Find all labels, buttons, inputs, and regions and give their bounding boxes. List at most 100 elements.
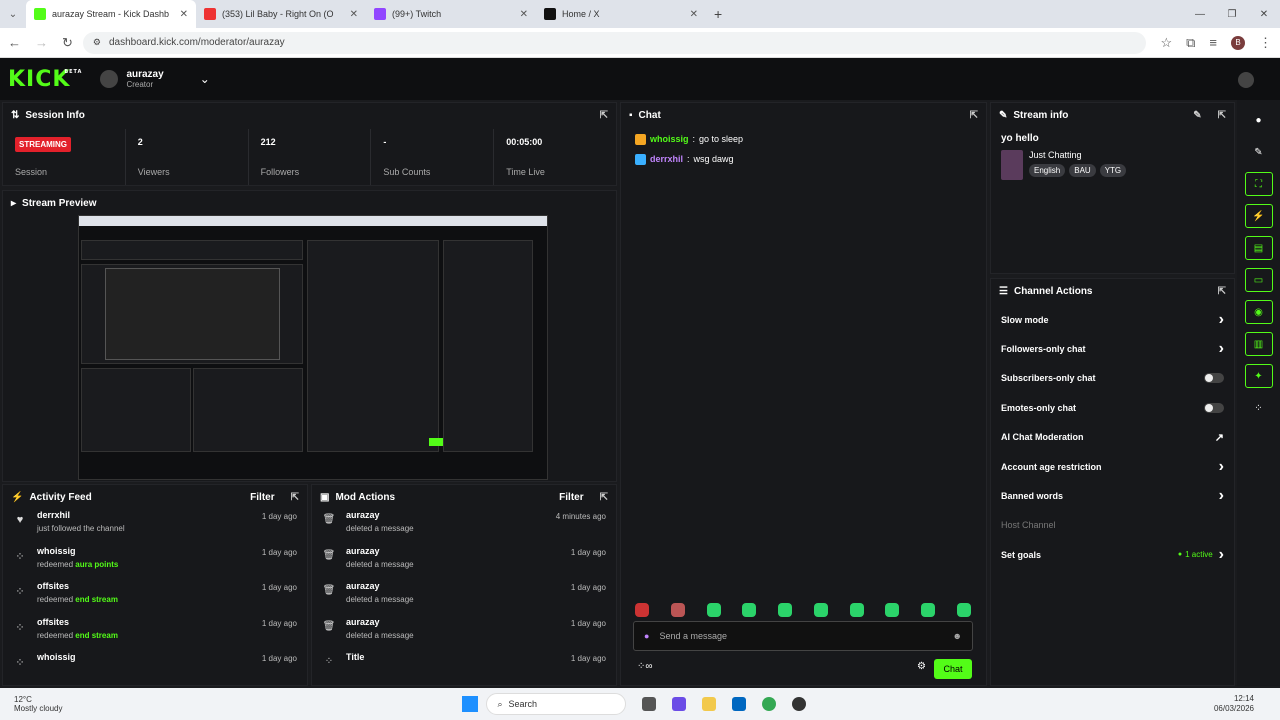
emote-icon[interactable] xyxy=(635,603,649,617)
notes-icon[interactable]: ▤ xyxy=(1244,236,1273,260)
close-tab-icon[interactable]: ✕ xyxy=(690,9,698,20)
emoji-icon[interactable]: ☻ xyxy=(953,631,962,641)
close-tab-icon[interactable]: ✕ xyxy=(180,9,188,20)
activity-user[interactable]: offsites xyxy=(37,580,252,593)
broadcast-icon[interactable]: ◉ xyxy=(1244,300,1273,324)
browser-tab[interactable]: (99+) Twitch ✕ xyxy=(366,0,536,28)
mod-action-user[interactable]: aurazay xyxy=(346,580,561,593)
popout-icon[interactable]: ⇱ xyxy=(600,110,608,121)
bookmark-star-icon[interactable]: ☆ xyxy=(1160,35,1172,51)
stream-preview-video[interactable] xyxy=(78,215,548,480)
channel-action-item[interactable]: Account age restriction › xyxy=(991,452,1234,481)
close-tab-icon[interactable]: ✕ xyxy=(520,9,528,20)
emote-icon[interactable] xyxy=(813,603,828,617)
points-icon[interactable]: ⁘ xyxy=(1245,396,1273,420)
chevron-right-icon[interactable]: › xyxy=(1219,458,1224,476)
kick-logo[interactable]: KICK BETA xyxy=(8,67,81,92)
app-icon[interactable] xyxy=(792,697,807,711)
activity-user[interactable]: derrxhil xyxy=(37,509,252,522)
browser-tab[interactable]: (353) Lil Baby - Right On (O ✕ xyxy=(196,0,366,28)
external-link-icon[interactable]: ↗ xyxy=(1215,431,1224,444)
edit-icon[interactable]: ✎ xyxy=(1193,110,1201,121)
emote-icon[interactable] xyxy=(742,603,757,617)
chevron-right-icon[interactable]: › xyxy=(1219,546,1224,564)
mod-action-user[interactable]: aurazay xyxy=(346,509,546,522)
channel-points-icon[interactable]: ⁘∞ xyxy=(637,661,653,672)
user-avatar[interactable] xyxy=(1238,72,1254,88)
mod-action-user[interactable]: aurazay xyxy=(346,545,561,558)
activity-user[interactable]: offsites xyxy=(37,616,252,629)
info-icon[interactable]: ● xyxy=(1245,108,1273,132)
edit-icon[interactable]: ✎ xyxy=(1245,140,1273,164)
channel-action-item[interactable]: Emotes-only chat xyxy=(991,393,1234,422)
close-window-icon[interactable]: ✕ xyxy=(1248,9,1280,20)
start-icon[interactable] xyxy=(462,696,479,712)
popout-icon[interactable]: ⇱ xyxy=(1218,286,1226,297)
emote-icon[interactable] xyxy=(885,603,900,617)
browser-tab[interactable]: Home / X ✕ xyxy=(536,0,706,28)
profile-avatar[interactable]: B xyxy=(1231,35,1245,50)
url-bar[interactable]: ⚙ dashboard.kick.com/moderator/aurazay xyxy=(82,31,1147,54)
back-icon[interactable]: ← xyxy=(8,35,21,50)
new-tab-button[interactable]: + xyxy=(714,6,722,22)
emote-icon[interactable] xyxy=(778,603,793,617)
popout-icon[interactable]: ⇱ xyxy=(970,110,978,121)
mod-action-user[interactable]: aurazay xyxy=(346,616,561,629)
mod-queue-icon[interactable]: ▥ xyxy=(1244,332,1273,356)
emote-icon[interactable] xyxy=(670,603,685,617)
chevron-down-icon[interactable]: ⌄ xyxy=(200,72,210,86)
channel-action-item[interactable]: Banned words › xyxy=(991,481,1234,510)
mic-icon[interactable]: ● xyxy=(644,631,649,641)
chat-icon[interactable]: ▭ xyxy=(1244,268,1273,292)
chat-settings-icon[interactable]: ⚙ xyxy=(917,661,926,672)
reload-icon[interactable]: ↻ xyxy=(62,35,73,51)
capture-icon[interactable]: ⛶ xyxy=(1244,172,1273,196)
maximize-icon[interactable]: ❐ xyxy=(1216,9,1248,20)
send-chat-button[interactable]: Chat xyxy=(934,659,972,679)
wrench-icon[interactable]: ✦ xyxy=(1244,364,1273,388)
system-clock[interactable]: 12:14 06/03/2026 xyxy=(1214,694,1254,714)
filter-button[interactable]: Filter xyxy=(559,492,583,503)
chrome-icon[interactable] xyxy=(762,697,777,711)
weather-widget[interactable]: 12°C Mostly cloudy xyxy=(14,695,62,713)
channel-action-item[interactable]: Followers-only chat › xyxy=(991,334,1234,363)
chat-input[interactable]: ● Send a message ☻ xyxy=(633,621,973,651)
chevron-right-icon[interactable]: › xyxy=(1219,487,1224,505)
channel-action-item[interactable]: Set goals ● 1 active › xyxy=(991,540,1234,569)
extensions-icon[interactable]: ⧉ xyxy=(1186,35,1195,51)
chat-app-icon[interactable] xyxy=(672,697,687,711)
chat-username[interactable]: derrxhil xyxy=(650,154,683,164)
channel-switcher[interactable]: aurazay Creator ⌄ xyxy=(100,69,210,89)
channel-action-item[interactable]: Host Channel xyxy=(991,511,1234,540)
chevron-right-icon[interactable]: › xyxy=(1219,340,1224,358)
tab-search-icon[interactable]: ⌄ xyxy=(0,9,26,20)
popout-icon[interactable]: ⇱ xyxy=(291,492,299,503)
toggle-switch[interactable] xyxy=(1204,402,1224,413)
minimize-icon[interactable]: — xyxy=(1184,9,1216,20)
mod-action-user[interactable]: Title xyxy=(346,651,561,664)
emote-icon[interactable] xyxy=(956,603,971,617)
emote-icon[interactable] xyxy=(706,603,721,617)
popout-icon[interactable]: ⇱ xyxy=(1218,110,1226,121)
task-view-icon[interactable] xyxy=(642,697,657,711)
filter-button[interactable]: Filter xyxy=(250,492,274,503)
channel-action-item[interactable]: AI Chat Moderation ↗ xyxy=(991,423,1234,452)
browser-tab[interactable]: aurazay Stream - Kick Dashb ✕ xyxy=(26,0,196,28)
site-info-icon[interactable]: ⚙ xyxy=(93,37,101,48)
file-explorer-icon[interactable] xyxy=(702,697,717,711)
menu-icon[interactable]: ⋮ xyxy=(1259,35,1272,51)
emote-icon[interactable] xyxy=(921,603,936,617)
toggle-switch[interactable] xyxy=(1204,373,1224,384)
close-tab-icon[interactable]: ✕ xyxy=(350,9,358,20)
forward-icon[interactable]: → xyxy=(35,35,48,50)
activity-user[interactable]: whoissig xyxy=(37,651,252,664)
bolt-icon[interactable]: ⚡ xyxy=(1244,204,1273,228)
popout-icon[interactable]: ⇱ xyxy=(600,492,608,503)
emote-icon[interactable] xyxy=(849,603,864,617)
channel-action-item[interactable]: Slow mode › xyxy=(991,305,1234,334)
chevron-right-icon[interactable]: › xyxy=(1219,311,1224,329)
reading-list-icon[interactable]: ≡ xyxy=(1209,35,1217,50)
chat-username[interactable]: whoissig xyxy=(650,134,689,144)
activity-user[interactable]: whoissig xyxy=(37,545,252,558)
taskbar-search[interactable]: ⌕ Search xyxy=(486,693,627,715)
